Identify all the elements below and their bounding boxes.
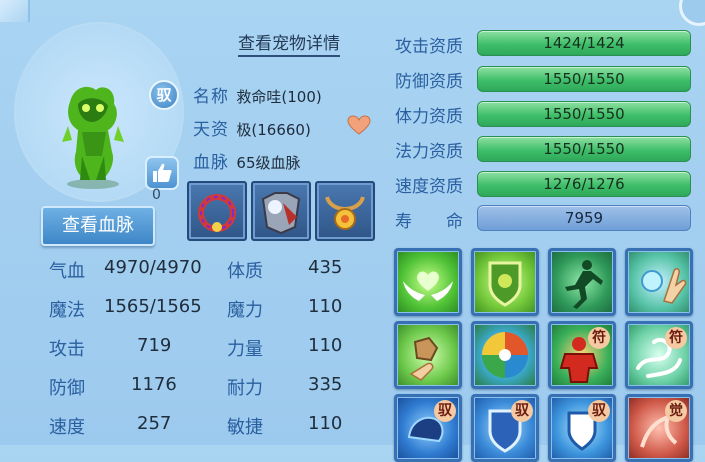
skill-slot[interactable]: 符: [625, 321, 693, 389]
life-value: 7959: [564, 209, 604, 227]
skill-slot[interactable]: [625, 248, 693, 316]
aptitude-value: 1550/1550: [543, 70, 625, 88]
stat-value: 719: [137, 335, 172, 356]
skill-slot[interactable]: [548, 248, 616, 316]
green-wings-heart-icon: [403, 271, 453, 301]
aptitude-value: 1276/1276: [543, 175, 625, 193]
aptitude-value: 1550/1550: [543, 105, 625, 123]
stat-value: 1565/1565: [104, 296, 202, 317]
life-label: 寿 命: [395, 212, 463, 232]
aptitude-bar: 1550/1550: [477, 136, 691, 162]
pet-model: [62, 86, 124, 189]
pet-bloodline-row: 血脉 65级血脉: [193, 148, 301, 173]
stat-value: 1176: [131, 374, 177, 395]
skill-tag: 觉: [665, 400, 687, 422]
aptitude-label: 法力资质: [395, 142, 463, 162]
heart-icon[interactable]: [347, 115, 371, 135]
skill-tag: 符: [588, 327, 610, 349]
armor-icon: [261, 192, 301, 235]
stat-label: 气血: [49, 261, 85, 282]
stat-label: 防御: [49, 378, 85, 399]
skill-tag: 驭: [588, 400, 610, 422]
stat-label: 魔法: [49, 300, 85, 321]
amulet-icon: [325, 196, 365, 230]
view-pet-details-link[interactable]: 查看宠物详情: [238, 29, 340, 57]
stat-label: 敏捷: [227, 417, 263, 438]
like-button[interactable]: [145, 156, 179, 190]
stat-value: 110: [308, 413, 343, 434]
aptitude-label: 防御资质: [395, 72, 463, 92]
skill-slot[interactable]: 觉: [625, 394, 693, 462]
window-corner: [0, 0, 30, 22]
equipment-slot-3[interactable]: [315, 181, 375, 241]
aptitude-bar: 1550/1550: [477, 66, 691, 92]
skill-slot[interactable]: 驭: [471, 394, 539, 462]
name-label: 名称: [193, 87, 229, 107]
life-bar: 7959: [477, 205, 691, 231]
skill-slot[interactable]: [394, 248, 462, 316]
like-count: 0: [152, 187, 161, 203]
aptitude-label: 天资: [193, 120, 229, 140]
skill-slot[interactable]: 驭: [548, 394, 616, 462]
skill-slot[interactable]: [471, 321, 539, 389]
pet-name-row: 名称 救命哇(100): [193, 82, 322, 107]
equipment-slot-2[interactable]: [251, 181, 311, 241]
name-value: 救命哇(100): [236, 88, 322, 106]
rock-hand-icon: [409, 336, 439, 381]
green-shield-icon: [488, 261, 522, 307]
aptitude-bar: 1550/1550: [477, 101, 691, 127]
stat-value: 110: [308, 296, 343, 317]
green-runner-icon: [565, 260, 603, 309]
skill-slot[interactable]: 驭: [394, 394, 462, 462]
stat-value: 435: [308, 257, 343, 278]
green-hand-orb-icon: [641, 268, 687, 304]
aptitude-value: 极(16660): [236, 121, 311, 139]
stat-label: 力量: [227, 339, 263, 360]
close-ring-icon[interactable]: [679, 0, 705, 26]
stat-value: 257: [137, 413, 172, 434]
aptitude-label: 体力资质: [395, 107, 463, 127]
necklace-ring-icon: [198, 194, 236, 232]
stat-value: 4970/4970: [104, 257, 202, 278]
aptitude-label: 攻击资质: [395, 37, 463, 57]
aptitude-label: 速度资质: [395, 177, 463, 197]
stat-label: 魔力: [227, 300, 263, 321]
thumbs-up-icon: [153, 163, 172, 182]
aptitude-bar: 1424/1424: [477, 30, 691, 56]
bloodline-value: 65级血脉: [236, 154, 301, 172]
stat-label: 耐力: [227, 378, 263, 399]
aptitude-bar: 1276/1276: [477, 171, 691, 197]
skill-slot[interactable]: [471, 248, 539, 316]
skill-tag: 驭: [511, 400, 533, 422]
skill-tag: 驭: [434, 400, 456, 422]
pet-aptitude-row: 天资 极(16660): [193, 115, 311, 140]
view-bloodline-button[interactable]: 查看血脉: [41, 206, 155, 246]
aptitude-value: 1550/1550: [543, 140, 625, 158]
stat-label: 攻击: [49, 339, 85, 360]
equipment-slot-1[interactable]: [187, 181, 247, 241]
stat-value: 335: [308, 374, 343, 395]
skill-slot[interactable]: 符: [548, 321, 616, 389]
bind-mark-badge: 驭: [149, 80, 179, 110]
elemental-orb-icon: [482, 332, 528, 378]
skill-tag: 符: [665, 327, 687, 349]
bloodline-label: 血脉: [193, 153, 229, 173]
stat-label: 体质: [227, 261, 263, 282]
stat-value: 110: [308, 335, 343, 356]
stat-label: 速度: [49, 417, 85, 438]
aptitude-value: 1424/1424: [543, 34, 625, 52]
skill-slot[interactable]: [394, 321, 462, 389]
